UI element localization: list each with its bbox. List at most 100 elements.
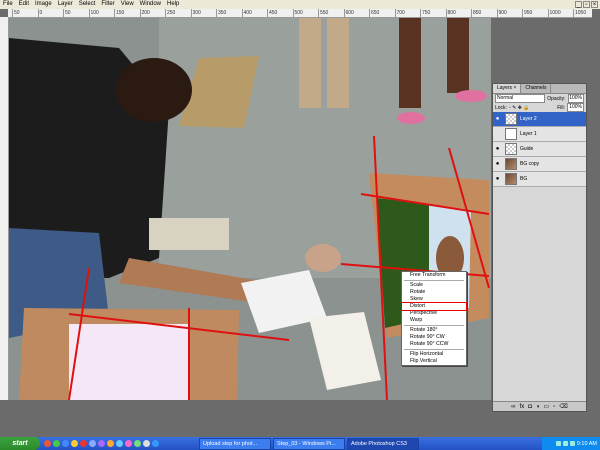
ruler-vertical — [0, 17, 9, 400]
ruler-tick-label: 200 — [139, 9, 150, 17]
ruler-tick-label: 900 — [496, 9, 507, 17]
close-icon[interactable]: × — [591, 1, 598, 8]
visibility-eye-icon[interactable]: ● — [493, 161, 502, 167]
tab-channels[interactable]: Channels — [521, 84, 552, 93]
quicklaunch-icon[interactable] — [134, 440, 141, 447]
menu-separator — [404, 325, 464, 326]
adjustment-icon[interactable]: ◑ — [536, 404, 540, 410]
menu-image[interactable]: Image — [32, 0, 55, 9]
ruler-tick-label: 500 — [292, 9, 303, 17]
ruler-tick-label: 950 — [522, 9, 533, 17]
menu-bar: File Edit Image Layer Select Filter View… — [0, 0, 600, 9]
layer-name: Layer 2 — [520, 116, 537, 122]
menu-item-distort[interactable]: Distort — [401, 302, 467, 311]
ruler-tick-label: 750 — [420, 9, 431, 17]
menu-select[interactable]: Select — [76, 0, 99, 9]
ruler-tick-label: 100 — [88, 9, 99, 17]
layer-name: Layer 1 — [520, 131, 537, 137]
new-layer-icon[interactable]: ▫ — [553, 404, 555, 410]
taskbar-button-step03[interactable]: Step_03 - Windows Pi... — [273, 437, 345, 450]
taskbar-button-upload[interactable]: Upload step for phot... — [199, 437, 271, 450]
menu-file[interactable]: File — [0, 0, 16, 9]
folder-icon[interactable]: ▭ — [543, 403, 549, 410]
menu-filter[interactable]: Filter — [98, 0, 117, 9]
ruler-tick-label: 550 — [318, 9, 329, 17]
quicklaunch-icon[interactable] — [116, 440, 123, 447]
mask-icon[interactable]: ◘ — [528, 404, 532, 410]
menu-item-flip-vertical[interactable]: Flip Vertical — [402, 358, 466, 365]
layer-name: Guide — [520, 146, 534, 152]
menu-item-skew[interactable]: Skew — [402, 296, 466, 303]
menu-layer[interactable]: Layer — [55, 0, 76, 9]
quicklaunch-icon[interactable] — [62, 440, 69, 447]
ruler-tick-label: 700 — [394, 9, 405, 17]
quicklaunch-icon[interactable] — [98, 440, 105, 447]
visibility-eye-icon[interactable]: ● — [493, 176, 502, 182]
ruler-tick-label: 400 — [241, 9, 252, 17]
menu-item-warp[interactable]: Warp — [402, 317, 466, 324]
menu-item-scale[interactable]: Scale — [402, 282, 466, 289]
visibility-eye-icon[interactable]: ● — [493, 116, 502, 122]
quicklaunch-icon[interactable] — [107, 440, 114, 447]
layer-name: BG — [520, 176, 528, 182]
menu-item-rotate-180[interactable]: Rotate 180° — [402, 327, 466, 334]
layer-row-bg[interactable]: ● BG — [493, 172, 586, 187]
layer-thumbnail — [505, 173, 517, 185]
layer-row-layer-1[interactable]: Layer 1 — [493, 127, 586, 142]
layer-thumbnail — [505, 128, 517, 140]
start-button[interactable]: start — [0, 437, 40, 450]
transform-context-menu: Free Transform Scale Rotate Skew Distort… — [401, 271, 467, 366]
ruler-tick-label: 150 — [114, 9, 125, 17]
blend-mode-select[interactable]: Normal — [495, 94, 546, 103]
layer-row-guide[interactable]: ● Guide — [493, 142, 586, 157]
taskbar-button-photoshop[interactable]: Adobe Photoshop CS3 — [347, 437, 419, 450]
link-icon[interactable]: ∞ — [511, 404, 515, 410]
menu-item-perspective[interactable]: Perspective — [402, 310, 466, 317]
ruler-tick-label: 800 — [445, 9, 456, 17]
layer-thumbnail — [505, 143, 517, 155]
quicklaunch-icon[interactable] — [71, 440, 78, 447]
menu-separator — [404, 349, 464, 350]
menu-window[interactable]: Window — [137, 0, 164, 9]
quicklaunch-icon[interactable] — [143, 440, 150, 447]
quicklaunch-icon[interactable] — [125, 440, 132, 447]
menu-view[interactable]: View — [118, 0, 137, 9]
menu-edit[interactable]: Edit — [16, 0, 32, 9]
tray-icon[interactable] — [562, 441, 568, 446]
quicklaunch-icon[interactable] — [89, 440, 96, 447]
tray-icon[interactable] — [569, 441, 575, 446]
opacity-label: Opacity: — [547, 95, 566, 102]
fill-label: Fill: — [557, 104, 565, 111]
menu-help[interactable]: Help — [164, 0, 182, 9]
menu-item-rotate[interactable]: Rotate — [402, 289, 466, 296]
layer-row-layer-2[interactable]: ● Layer 2 — [493, 112, 586, 127]
quicklaunch-icon[interactable] — [152, 440, 159, 447]
trash-icon[interactable]: ⌫ — [559, 403, 567, 410]
visibility-eye-icon[interactable]: ● — [493, 146, 502, 152]
minimize-icon[interactable]: _ — [575, 1, 582, 8]
layers-panel-footer: ∞ fx ◘ ◑ ▭ ▫ ⌫ — [493, 401, 586, 411]
quicklaunch-icon[interactable] — [53, 440, 60, 447]
menu-item-rotate-90-cw[interactable]: Rotate 90° CW — [402, 334, 466, 341]
person-head-shape — [116, 58, 192, 122]
opacity-input[interactable]: 100% — [567, 94, 584, 103]
layer-row-bg-copy[interactable]: ● BG copy — [493, 157, 586, 172]
lock-icons[interactable]: ▫ ✎ ✥ 🔒 — [509, 105, 530, 111]
fx-icon[interactable]: fx — [520, 404, 525, 410]
menu-item-rotate-90-ccw[interactable]: Rotate 90° CCW — [402, 341, 466, 348]
quicklaunch-icon[interactable] — [44, 440, 51, 447]
blend-row: Normal Opacity: 100% — [493, 94, 586, 103]
menu-item-flip-horizontal[interactable]: Flip Horizontal — [402, 351, 466, 358]
ruler-tick-label: 350 — [216, 9, 227, 17]
restore-icon[interactable]: ▫ — [583, 1, 590, 8]
ruler-tick-label: 250 — [165, 9, 176, 17]
tray-icon[interactable] — [555, 441, 561, 446]
menu-item-free-transform[interactable]: Free Transform — [402, 272, 466, 279]
ruler-tick-label: 850 — [471, 9, 482, 17]
fill-input[interactable]: 100% — [567, 103, 584, 112]
layer-thumbnail — [505, 113, 517, 125]
tab-layers[interactable]: Layers × — [493, 84, 522, 93]
ruler-tick-label: 50 — [63, 9, 71, 17]
quicklaunch-icon[interactable] — [80, 440, 87, 447]
ruler-tick-label: 450 — [267, 9, 278, 17]
